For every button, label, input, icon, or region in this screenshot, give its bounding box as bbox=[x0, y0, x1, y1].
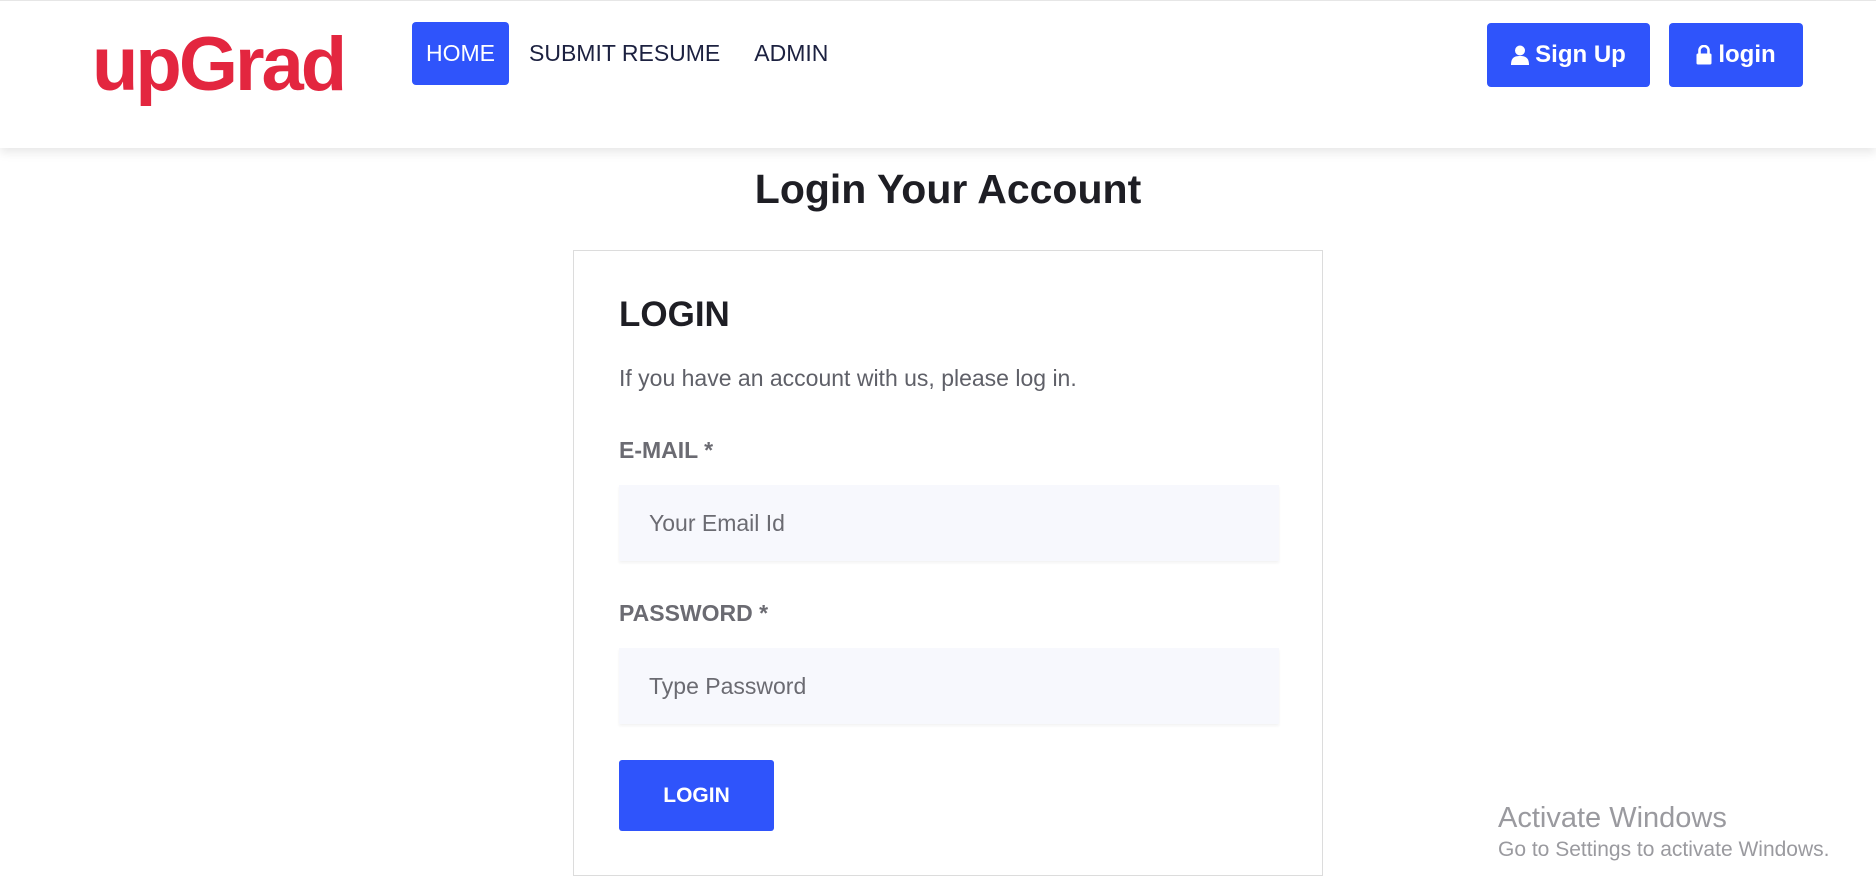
top-navbar: upGrad HOME SUBMIT RESUME ADMIN Sign Up bbox=[0, 0, 1876, 148]
lock-icon bbox=[1696, 45, 1712, 65]
main-nav: HOME SUBMIT RESUME ADMIN bbox=[412, 22, 848, 85]
login-card: LOGIN If you have an account with us, pl… bbox=[573, 250, 1323, 876]
password-field[interactable] bbox=[619, 648, 1279, 724]
sign-up-label: Sign Up bbox=[1535, 41, 1626, 68]
watermark-title: Activate Windows bbox=[1498, 802, 1727, 834]
login-heading: LOGIN bbox=[619, 295, 730, 334]
login-submit-button[interactable]: LOGIN bbox=[619, 760, 774, 831]
upgrad-logo[interactable]: upGrad bbox=[92, 23, 347, 107]
activate-windows-watermark: Activate Windows Go to Settings to activ… bbox=[1498, 800, 1830, 864]
login-nav-label: login bbox=[1718, 41, 1776, 68]
password-label: PASSWORD * bbox=[619, 600, 769, 626]
user-icon bbox=[1511, 45, 1530, 65]
login-nav-button[interactable]: login bbox=[1669, 23, 1803, 87]
page: upGrad HOME SUBMIT RESUME ADMIN Sign Up bbox=[0, 0, 1876, 896]
login-description: If you have an account with us, please l… bbox=[619, 365, 1077, 391]
nav-admin[interactable]: ADMIN bbox=[740, 22, 842, 85]
watermark-subtitle: Go to Settings to activate Windows. bbox=[1498, 838, 1830, 861]
sign-up-button[interactable]: Sign Up bbox=[1487, 23, 1650, 87]
page-title: Login Your Account bbox=[754, 166, 1142, 212]
email-label: E-MAIL * bbox=[619, 437, 714, 463]
email-field[interactable] bbox=[619, 485, 1279, 561]
nav-home[interactable]: HOME bbox=[412, 22, 509, 85]
nav-submit-resume[interactable]: SUBMIT RESUME bbox=[515, 22, 734, 85]
